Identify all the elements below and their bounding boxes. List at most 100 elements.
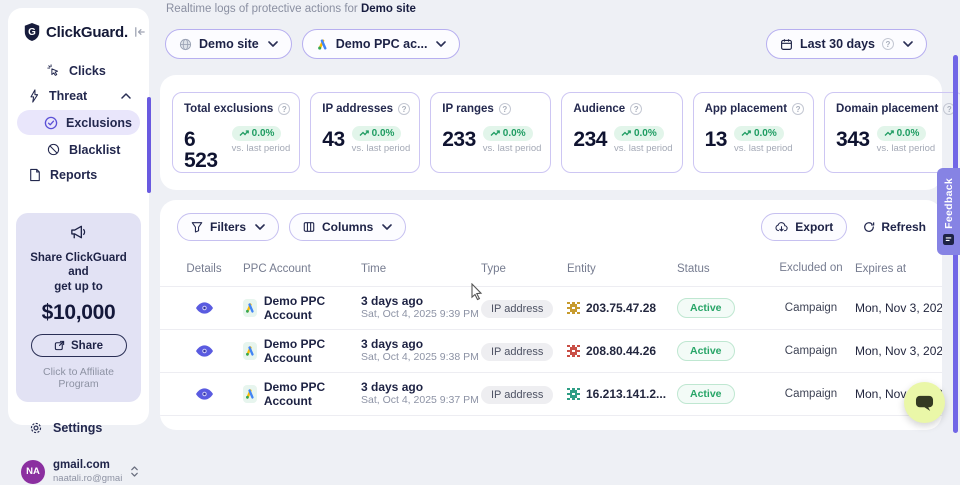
entity-cell: 208.80.44.26	[556, 344, 666, 358]
sidebar-item-label: Reports	[50, 168, 97, 182]
google-ads-icon	[243, 342, 257, 360]
stats-panel: Total exclusions 6 523 0.0% vs. last per…	[160, 75, 942, 190]
info-icon[interactable]	[278, 103, 290, 115]
filters-dropdown[interactable]: Filters	[177, 213, 279, 241]
table-row[interactable]: Demo PPC Account 3 days ago Sat, Oct 4, …	[160, 329, 942, 372]
app-title: ClickGuard.	[46, 24, 128, 41]
info-icon[interactable]	[792, 103, 804, 115]
site-selector-dropdown[interactable]: Demo site	[165, 29, 292, 59]
export-label: Export	[795, 220, 833, 234]
chat-launcher-button[interactable]	[904, 382, 945, 423]
entity-cell: 16.213.141.2...	[556, 387, 666, 401]
type-cell: IP address	[470, 299, 556, 318]
feedback-widget-icon	[943, 234, 954, 245]
table-row[interactable]: Demo PPC Account 3 days ago Sat, Oct 4, …	[160, 286, 942, 329]
info-icon[interactable]	[398, 103, 410, 115]
entity-value: 203.75.47.28	[586, 301, 656, 315]
sidebar-scrollbar[interactable]	[147, 97, 151, 193]
col-header-details: Details	[176, 263, 232, 275]
time-absolute: Sat, Oct 4, 2025 9:38 PM	[361, 351, 470, 365]
affiliate-promo-card[interactable]: Share ClickGuard and get up to $10,000 S…	[16, 213, 141, 402]
status-badge: Active	[677, 384, 735, 404]
info-icon	[882, 38, 894, 50]
sidebar-nav: Clicks Threat Exclusions Blacklist	[8, 58, 149, 187]
details-eye-button[interactable]	[196, 302, 213, 314]
chevron-down-icon	[268, 41, 278, 47]
stat-value: 13	[705, 129, 727, 150]
sidebar-item-clicks[interactable]: Clicks	[8, 58, 149, 83]
status-cell: Active	[666, 298, 778, 318]
time-absolute: Sat, Oct 4, 2025 9:39 PM	[361, 308, 470, 322]
document-icon	[29, 168, 41, 182]
feedback-tab[interactable]: Feedback	[937, 168, 960, 255]
export-button[interactable]: Export	[761, 213, 847, 241]
eye-icon	[196, 345, 213, 357]
table-row[interactable]: Demo PPC Account 3 days ago Sat, Oct 4, …	[160, 372, 942, 415]
time-relative: 3 days ago	[361, 337, 470, 351]
sidebar: G ClickGuard. Clicks Threat	[8, 8, 149, 425]
chevron-down-icon	[382, 224, 392, 230]
excluded-on-cell: Campaign	[778, 302, 844, 314]
stat-label: IP ranges	[442, 103, 494, 115]
entity-cell: 203.75.47.28	[556, 301, 666, 315]
stat-value: 6 523	[184, 129, 225, 171]
refresh-icon	[863, 221, 875, 233]
info-icon[interactable]	[630, 103, 642, 115]
page-subtitle: Realtime logs of protective actions for …	[166, 3, 416, 15]
columns-dropdown[interactable]: Columns	[289, 213, 406, 241]
block-icon	[47, 143, 60, 156]
time-relative: 3 days ago	[361, 425, 470, 430]
date-range-value: Last 30 days	[800, 37, 875, 51]
sidebar-item-reports[interactable]: Reports	[8, 162, 149, 187]
avatar: NA	[21, 460, 45, 484]
stat-label: IP addresses	[322, 103, 393, 115]
details-eye-button[interactable]	[196, 388, 213, 400]
refresh-button[interactable]: Refresh	[863, 220, 926, 234]
account-menu[interactable]: NA gmail.com naatali.ro@gmail.com	[8, 459, 149, 485]
stat-vs-label: vs. last period	[877, 143, 936, 154]
stat-vs-label: vs. last period	[614, 143, 673, 154]
svg-text:G: G	[28, 27, 36, 38]
excluded-on-cell: Campaign	[778, 388, 844, 400]
trend-up-icon	[359, 130, 369, 137]
trend-up-icon	[239, 130, 249, 137]
expires-at-cell: Mon, Nov 3, 2025	[844, 301, 942, 315]
entity-identicon	[567, 345, 580, 358]
stat-label: Audience	[573, 103, 625, 115]
stat-value: 234	[573, 129, 607, 150]
cursor-click-icon	[47, 64, 60, 77]
stat-delta-badge: 0.0%	[734, 126, 784, 141]
excluded-on-cell: Campaign	[778, 345, 844, 357]
sidebar-item-blacklist[interactable]: Blacklist	[8, 137, 149, 162]
table-row-partial[interactable]: 3 days ago	[160, 415, 942, 430]
stat-label: Domain placement	[836, 103, 938, 115]
stat-value: 43	[322, 129, 344, 150]
type-cell: IP address	[470, 342, 556, 361]
promo-text-line1: Share ClickGuard and	[24, 251, 133, 280]
info-icon[interactable]	[499, 103, 511, 115]
google-ads-icon	[243, 299, 257, 317]
filters-label: Filters	[210, 220, 246, 234]
ppc-account-selector-dropdown[interactable]: Demo PPC ac...	[302, 29, 461, 59]
export-download-icon	[775, 221, 788, 233]
promo-amount: $10,000	[24, 301, 133, 325]
sidebar-item-settings[interactable]: Settings	[8, 421, 149, 435]
sidebar-item-threat[interactable]: Threat	[8, 83, 149, 108]
type-chip: IP address	[481, 343, 553, 361]
sidebar-item-exclusions[interactable]: Exclusions	[17, 110, 140, 135]
stat-delta-badge: 0.0%	[232, 126, 282, 141]
sidebar-collapse-icon[interactable]	[133, 26, 146, 38]
eye-icon	[196, 388, 213, 400]
details-eye-button[interactable]	[196, 345, 213, 357]
entity-value: 16.213.141.2...	[586, 387, 666, 401]
stat-card-ip-ranges: IP ranges 233 0.0% vs. last period	[430, 92, 551, 173]
share-button[interactable]: Share	[31, 334, 127, 357]
entity-identicon	[567, 302, 580, 315]
date-range-dropdown[interactable]: Last 30 days	[766, 29, 927, 59]
status-badge: Active	[677, 298, 735, 318]
columns-label: Columns	[322, 220, 373, 234]
time-cell: 3 days ago Sat, Oct 4, 2025 9:37 PM	[350, 380, 470, 408]
chevron-up-icon	[121, 93, 149, 99]
affiliate-link-text[interactable]: Click to Affiliate Program	[24, 366, 133, 390]
type-cell: IP address	[470, 385, 556, 404]
